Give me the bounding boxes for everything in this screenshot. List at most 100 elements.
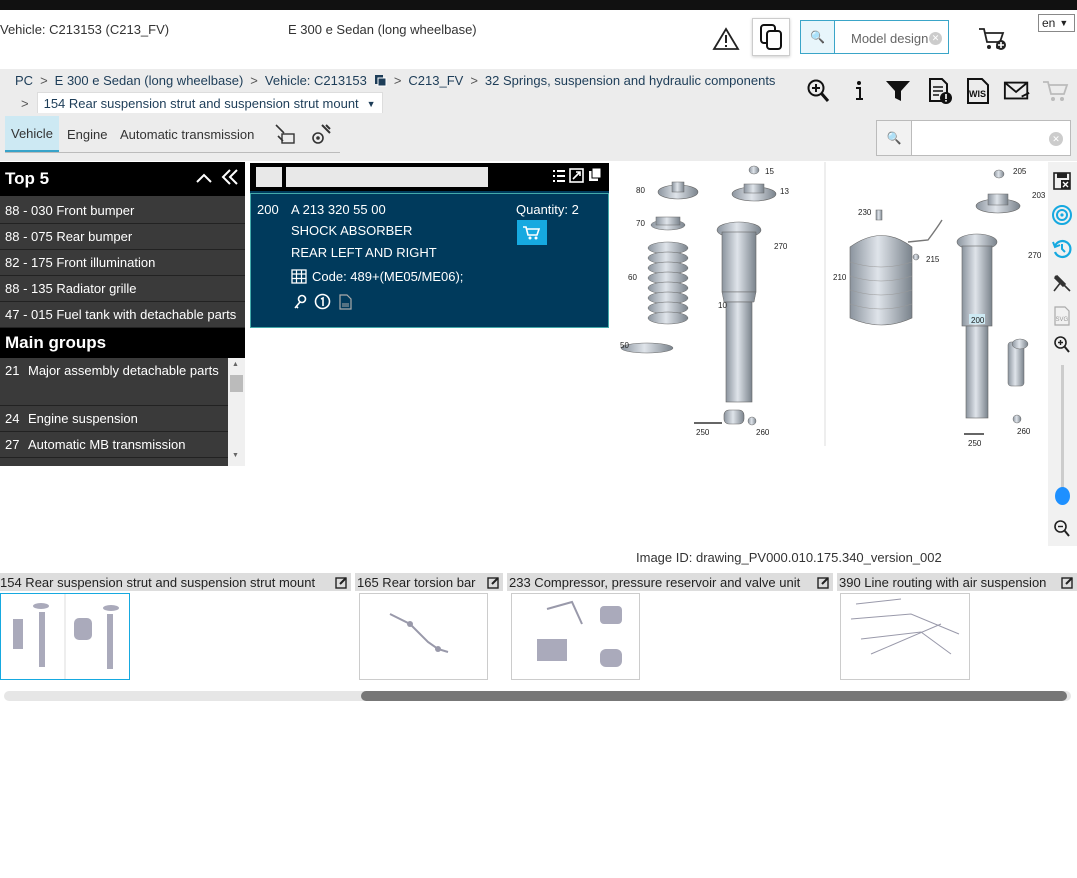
mail-icon[interactable] [1003,76,1031,106]
tab-underline [5,152,340,153]
copy-icon[interactable] [374,74,387,87]
language-select[interactable]: en ▼ [1038,14,1075,32]
wis-doc-icon[interactable] [339,294,352,315]
part-side: REAR LEFT AND RIGHT [291,245,437,260]
breadcrumb-item[interactable]: C213_FV [408,73,463,88]
svg-text:200: 200 [971,316,985,325]
table-icon [291,269,307,284]
thumbnail-title: 154 Rear suspension strut and suspension… [0,574,316,590]
svg-text:250: 250 [968,439,982,446]
search-input[interactable]: Model design [851,31,929,46]
search-icon[interactable]: 🔍 [877,121,912,155]
thumbnail-label[interactable]: 154 Rear suspension strut and suspension… [0,573,351,591]
svg-text:215: 215 [926,255,940,264]
model-search[interactable]: 🔍 Model design ✕ [800,20,949,54]
double-chevron-left-icon[interactable] [221,168,239,190]
expand-icon[interactable] [569,168,584,188]
thumbnail-image[interactable] [0,593,130,680]
warning-icon[interactable] [708,22,744,56]
part-search[interactable]: 🔍 ✕ [876,120,1071,156]
main-group-item[interactable]: 27 Automatic MB transmission [0,432,228,458]
parts-drawing[interactable]: 15 80 13 70 270 60 10 50 250 260 205 203 230 270 2… [612,162,1048,448]
cart-add-icon[interactable] [976,24,1008,54]
zoom-slider[interactable] [1061,365,1064,495]
zoom-out-icon[interactable] [1049,516,1075,542]
breadcrumb-dropdown[interactable]: 154 Rear suspension strut and suspension… [36,92,383,115]
copy-icon[interactable] [588,167,602,187]
thumbnail-label[interactable]: 390 Line routing with air suspension [837,573,1077,591]
collapse-icon[interactable] [195,169,213,189]
info-icon[interactable] [845,76,873,106]
tab-vehicle[interactable]: Vehicle [5,116,59,152]
history-icon[interactable] [1049,236,1075,262]
language-value: en [1042,16,1056,30]
scrollbar-thumb[interactable] [361,691,1067,701]
edit-icon[interactable] [335,576,348,589]
top5-item[interactable]: 82 - 175 Front illumination [0,250,245,276]
key-icon[interactable] [293,294,307,315]
tab-engine[interactable]: Engine [61,116,113,152]
breadcrumb-item[interactable]: E 300 e Sedan (long wheelbase) [55,73,244,88]
part-position: 200 [257,202,279,217]
part-code-row: Code: 489+(ME05/ME06); [291,269,463,284]
svg-text:SVG: SVG [1056,317,1069,323]
target-icon[interactable] [1049,202,1075,228]
breadcrumb: PC > E 300 e Sedan (long wheelbase) > Vehi… [15,73,775,88]
top5-header: Top 5 [0,162,245,196]
clear-icon[interactable]: ✕ [929,32,942,45]
tools-icon[interactable] [267,116,303,152]
edit-icon[interactable] [817,576,830,589]
part-name: SHOCK ABSORBER [291,223,413,238]
part-number: A 213 320 55 00 [291,202,386,217]
thumbnail-image[interactable] [359,593,488,680]
thumbnail-image[interactable] [840,593,970,680]
breadcrumb-item[interactable]: Vehicle: C213153 [265,73,367,88]
main-groups-header: Main groups [0,328,245,358]
groups-scrollbar[interactable]: ▲ ▼ [228,358,245,466]
list-icon[interactable] [552,169,566,188]
zoom-in-icon[interactable] [1049,332,1075,358]
thumbnail-label[interactable]: 233 Compressor, pressure reservoir and v… [507,573,833,591]
info-circle-icon[interactable] [314,293,331,315]
svg-text:230: 230 [858,208,872,217]
breadcrumb-item[interactable]: PC [15,73,33,88]
breadcrumb-item[interactable]: 32 Springs, suspension and hydraulic com… [485,73,776,88]
main-group-item[interactable]: 21 Major assembly detachable parts [0,358,228,406]
edit-icon[interactable] [1061,576,1074,589]
svg-icon[interactable]: SVG [1049,303,1075,329]
filter-icon[interactable] [884,76,912,106]
save-icon[interactable] [1049,168,1075,194]
svg-text:250: 250 [696,428,710,437]
svg-text:205: 205 [1013,167,1027,176]
document-warning-icon[interactable] [926,76,954,106]
group-label: Automatic MB transmission [28,437,186,452]
svg-text:203: 203 [1032,191,1046,200]
clear-icon[interactable]: ✕ [1049,132,1063,146]
part-code: Code: 489+(ME05/ME06); [312,269,464,284]
cart-icon[interactable] [1042,76,1070,106]
top5-item[interactable]: 47 - 015 Fuel tank with detachable parts [0,302,245,328]
part-filter-input[interactable] [286,167,488,187]
svg-text:10: 10 [718,301,727,310]
edit-icon[interactable] [487,576,500,589]
zoom-slider-knob[interactable] [1055,487,1070,505]
tab-automatic-transmission[interactable]: Automatic transmission [114,116,260,152]
wis-icon[interactable]: WIS [964,76,992,106]
add-to-cart-button[interactable] [517,220,547,245]
svg-text:70: 70 [636,219,645,228]
pin-off-icon[interactable] [1049,270,1075,296]
top5-item[interactable]: 88 - 075 Rear bumper [0,224,245,250]
zoom-search-icon[interactable] [804,76,832,106]
thumbnail-label[interactable]: 165 Rear torsion bar [355,573,503,591]
top5-item[interactable]: 88 - 135 Radiator grille [0,276,245,302]
position-filter-input[interactable] [256,167,282,187]
gear-tools-icon[interactable] [304,116,340,152]
top5-item[interactable]: 88 - 030 Front bumper [0,198,245,224]
breadcrumb-separator: > [393,73,402,88]
breadcrumb-row2: > 154 Rear suspension strut and suspensi… [21,92,383,115]
copy-button[interactable] [752,18,790,56]
thumbnail-title: 390 Line routing with air suspension [839,574,1047,590]
thumbnail-image[interactable] [511,593,640,680]
search-icon[interactable]: 🔍 [801,21,835,53]
vehicle-info: Vehicle: C213153 (C213_FV) [0,22,170,37]
